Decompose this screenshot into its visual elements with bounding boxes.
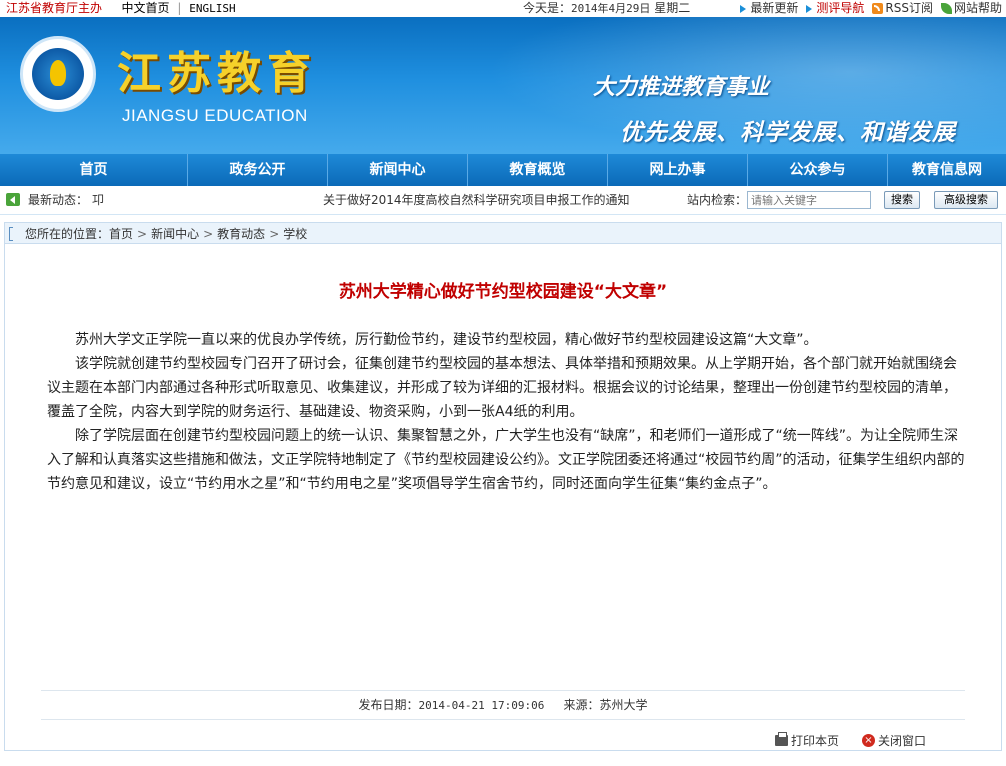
ticker-mark: 卭 [92,193,105,207]
site-banner: 江苏教育 JIANGSU EDUCATION 大力推进教育事业 优先发展、科学发… [0,17,1006,154]
article-body: 苏州大学文正学院一直以来的优良办学传统，厉行勤俭节约，建设节约型校园，精心做好节… [47,328,965,496]
evaluation-nav-link[interactable]: 测评导航 [806,0,864,17]
printer-icon [775,732,788,746]
emblem-icon [32,48,84,100]
help-label: 网站帮助 [953,1,1002,15]
help-link[interactable]: 网站帮助 [940,0,1002,17]
separator: | [177,1,182,15]
article-paragraph: 该学院就创建节约型校园专门召开了研讨会，征集创建节约型校园的基本想法、具体举措和… [47,356,957,420]
site-logo-title: 江苏教育 [117,48,317,99]
logo-emblem[interactable] [20,36,96,112]
date-prefix: 今天是： [523,1,572,15]
main-nav: 首页 政务公开 新闻中心 教育概览 网上办事 公众参与 教育信息网 [0,154,1006,186]
search-button[interactable]: 搜索 [884,191,920,209]
nav-item-news-center[interactable]: 新闻中心 [328,154,468,186]
nav-item-online-services[interactable]: 网上办事 [608,154,748,186]
nav-item-public-participation[interactable]: 公众参与 [748,154,888,186]
breadcrumb-arrow: > [203,227,214,241]
site-search-label: 站内检索： [687,193,748,207]
breadcrumb-school[interactable]: 学校 [283,227,307,241]
print-page-button[interactable]: 打印本页 [775,732,839,749]
weekday: 星期二 [654,1,691,15]
bracket-icon [9,227,13,241]
english-link[interactable]: ENGLISH [189,2,235,15]
rss-icon [872,3,884,14]
search-input[interactable] [747,191,871,209]
top-bar-left: 江苏省教育厅主办 中文首页 | ENGLISH [6,0,236,17]
breadcrumb-news-center[interactable]: 新闻中心 [151,227,199,241]
article-paragraph: 苏州大学文正学院一直以来的优良办学传统，厉行勤俭节约，建设节约型校园，精心做好节… [75,332,818,348]
top-bar-right: 最新更新 测评导航 RSS订阅 网站帮助 [740,0,1002,17]
breadcrumb: 您所在的位置：首页 > 新闻中心 > 教育动态 > 学校 [4,222,1002,244]
date-display: 今天是：2014年4月29日 星期二 [523,0,690,17]
advanced-search-button[interactable]: 高级搜索 [934,191,998,209]
latest-updates-label: 最新更新 [750,1,799,15]
publish-info: 发布日期：2014-04-21 17:09:06 来源：苏州大学 [41,690,965,720]
help-icon [940,3,952,14]
slogan-line-1: 大力推进教育事业 [593,75,770,100]
breadcrumb-home[interactable]: 首页 [109,227,133,241]
latest-news-label: 最新动态： [28,193,89,207]
source-label: 来源： [563,698,600,712]
nav-item-home[interactable]: 首页 [0,154,188,186]
publish-date: 2014-04-21 17:09:06 [418,699,545,712]
nav-item-education-overview[interactable]: 教育概览 [468,154,608,186]
arrow-icon [740,4,747,13]
rss-label: RSS订阅 [885,1,933,15]
close-window-button[interactable]: × 关闭窗口 [862,732,926,749]
close-icon: × [862,734,875,747]
publish-date-label: 发布日期： [358,698,419,712]
print-label: 打印本页 [791,734,840,748]
breadcrumb-arrow: > [269,227,280,241]
latest-updates-link[interactable]: 最新更新 [740,0,798,17]
separator [110,1,114,15]
site-logo-subtitle: JIANGSU EDUCATION [122,106,308,125]
chinese-home-link[interactable]: 中文首页 [122,1,170,15]
rss-link[interactable]: RSS订阅 [872,0,933,17]
breadcrumb-items: 您所在的位置：首页 > 新闻中心 > 教育动态 > 学校 [25,223,307,245]
latest-news-headline[interactable]: 关于做好2014年度高校自然科学研究项目申报工作的通知 [323,186,630,214]
article-paragraph: 除了学院层面在创建节约型校园问题上的统一认识、集聚智慧之外，广大学生也没有“缺席… [47,428,965,492]
nav-item-government-affairs[interactable]: 政务公开 [188,154,328,186]
arrow-icon [806,4,813,13]
article-container: 苏州大学精心做好节约型校园建设“大文章” 苏州大学文正学院一直以来的优良办学传统… [4,244,1002,751]
close-label: 关闭窗口 [878,734,927,748]
article-title: 苏州大学精心做好节约型校园建设“大文章” [338,282,668,302]
date-value: 2014年4月29日 [571,2,651,15]
host-label: 江苏省教育厅主办 [6,1,103,15]
news-ticker-bar: 最新动态： 卭 关于做好2014年度高校自然科学研究项目申报工作的通知 站内检索… [0,186,1006,215]
evaluation-nav-label: 测评导航 [816,1,865,15]
source-value: 苏州大学 [599,698,648,712]
slogan-line-2: 优先发展、科学发展、和谐发展 [620,120,956,146]
speaker-icon [6,193,20,206]
breadcrumb-arrow: > [137,227,148,241]
top-bar: 江苏省教育厅主办 中文首页 | ENGLISH 今天是：2014年4月29日 星… [0,0,1006,17]
breadcrumb-education-news[interactable]: 教育动态 [217,227,265,241]
breadcrumb-prefix: 您所在的位置： [25,227,110,241]
nav-item-education-info-net[interactable]: 教育信息网 [888,154,1006,186]
